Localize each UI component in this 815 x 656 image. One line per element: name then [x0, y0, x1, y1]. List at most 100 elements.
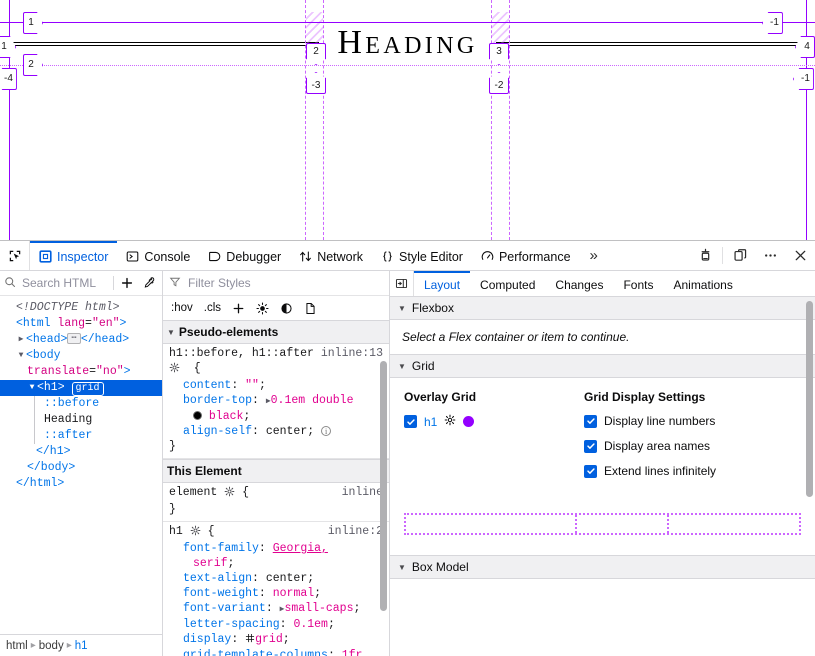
rule-gear-icon[interactable] — [169, 362, 180, 378]
twisty-expanded-icon[interactable]: ▼ — [398, 362, 406, 371]
eyedropper-icon[interactable] — [140, 276, 158, 290]
declaration-text-align[interactable]: text-align: center; — [169, 571, 383, 586]
twisty-expanded-h1-icon[interactable]: ▼ — [27, 380, 37, 396]
tree-node-html[interactable]: <html lang="en"> — [0, 316, 162, 332]
twisty-expanded-icon[interactable]: ▼ — [398, 563, 406, 572]
rule-gear-icon[interactable] — [190, 525, 201, 541]
grid-cell-2[interactable] — [575, 515, 668, 533]
tree-node-head[interactable]: ▶<head>⋯</head> — [0, 332, 162, 348]
rule-selector[interactable]: h1 { — [169, 524, 215, 541]
property-name[interactable]: content — [183, 379, 231, 392]
more-options-icon[interactable] — [755, 241, 785, 270]
info-icon[interactable]: i — [321, 426, 331, 436]
tab-changes[interactable]: Changes — [545, 271, 613, 296]
search-html-container[interactable] — [4, 275, 109, 291]
property-value[interactable]: Georgia, — [273, 542, 328, 555]
tree-node-after[interactable]: ::after — [0, 428, 162, 444]
rule-source[interactable]: inline:2 — [328, 524, 383, 541]
twisty-expanded-body-icon[interactable]: ▼ — [16, 348, 26, 364]
property-value[interactable]: 0.1em — [293, 618, 328, 631]
light-scheme-icon[interactable] — [256, 302, 269, 315]
close-devtools-icon[interactable] — [785, 241, 815, 270]
declaration-align-self[interactable]: align-self: center; i — [169, 424, 383, 439]
grid-cell-1[interactable] — [406, 515, 575, 533]
color-swatch[interactable] — [193, 411, 202, 420]
layout-scroll-area[interactable]: ▼ Flexbox Select a Flex container or ite… — [390, 297, 815, 656]
rule-selector[interactable]: element { — [169, 485, 249, 502]
property-name[interactable]: align-self — [183, 425, 252, 438]
property-name[interactable]: font-weight — [183, 587, 259, 600]
property-value[interactable]: 0.1em double — [271, 394, 354, 407]
property-value[interactable]: small-caps — [284, 602, 353, 615]
expand-pane-icon[interactable] — [390, 271, 414, 296]
extend-lines-infinitely-checkbox[interactable] — [584, 465, 597, 478]
property-value-fallback[interactable]: serif — [193, 557, 228, 570]
class-toggle[interactable]: .cls — [204, 302, 221, 314]
property-name[interactable]: border-top — [183, 394, 252, 407]
overlay-grid-checkbox[interactable] — [404, 415, 417, 428]
tab-console[interactable]: Console — [117, 241, 199, 270]
tab-performance[interactable]: Performance — [472, 241, 580, 270]
declaration-font-family[interactable]: font-family: Georgia, — [169, 541, 383, 556]
tab-animations[interactable]: Animations — [663, 271, 742, 296]
dark-scheme-icon[interactable] — [280, 302, 293, 315]
add-rule-button[interactable] — [232, 302, 245, 315]
declaration-letter-spacing[interactable]: letter-spacing: 0.1em; — [169, 617, 383, 632]
property-name[interactable]: font-variant — [183, 602, 266, 615]
property-value[interactable]: 1fr — [342, 649, 363, 656]
filter-styles-input[interactable] — [186, 275, 383, 291]
grid-outline-preview[interactable] — [404, 513, 801, 535]
flexbox-section-header[interactable]: ▼ Flexbox — [390, 297, 815, 320]
filter-styles-bar[interactable] — [163, 271, 389, 296]
dock-panel-icon[interactable] — [725, 241, 755, 270]
tree-node-body-close[interactable]: </body> — [0, 460, 162, 476]
print-media-icon[interactable] — [304, 302, 317, 315]
property-name[interactable]: letter-spacing — [183, 618, 280, 631]
declaration-font-variant[interactable]: font-variant: ▶small-caps; — [169, 601, 383, 617]
declaration-font-family-fallback[interactable]: serif; — [169, 556, 383, 571]
search-html-input[interactable] — [20, 275, 109, 291]
property-name[interactable]: display — [183, 633, 231, 646]
rules-scroll-area[interactable]: ▼ Pseudo-elements h1::before, h1::after … — [163, 321, 389, 656]
tab-inspector[interactable]: Inspector — [30, 241, 117, 270]
twisty-expanded-icon[interactable]: ▼ — [167, 328, 175, 337]
declaration-display[interactable]: display: grid; — [169, 632, 383, 648]
grid-outline-icon[interactable] — [444, 414, 456, 429]
grid-toggle-icon[interactable] — [245, 633, 255, 648]
property-value[interactable]: grid — [255, 633, 283, 646]
element-picker-icon[interactable] — [0, 241, 30, 270]
property-value-color[interactable]: black — [209, 410, 244, 423]
breadcrumb-h1[interactable]: h1 — [75, 640, 88, 652]
twisty-collapsed-head-icon[interactable]: ▶ — [16, 332, 26, 348]
property-value[interactable]: center — [266, 572, 307, 585]
property-name[interactable]: font-family — [183, 542, 259, 555]
responsive-design-mode-icon[interactable] — [690, 241, 720, 270]
tree-node-doctype[interactable]: <!DOCTYPE html> — [0, 300, 162, 316]
tree-node-h1[interactable]: ▼<h1> grid — [0, 380, 162, 396]
rule-selector[interactable]: h1::before, h1::after — [169, 346, 314, 361]
markup-tree[interactable]: <!DOCTYPE html> <html lang="en"> ▶<head>… — [0, 296, 162, 634]
property-value[interactable]: center — [266, 425, 307, 438]
rule-source[interactable]: inline — [342, 485, 383, 502]
grid-section-header[interactable]: ▼ Grid — [390, 354, 815, 378]
property-name[interactable]: text-align — [183, 572, 252, 585]
display-line-numbers-checkbox[interactable] — [584, 415, 597, 428]
tab-fonts[interactable]: Fonts — [613, 271, 663, 296]
layout-scrollbar[interactable] — [806, 301, 813, 497]
property-value[interactable]: "" — [245, 379, 259, 392]
declaration-font-weight[interactable]: font-weight: normal; — [169, 586, 383, 601]
rule-h1[interactable]: h1 { inline:2 — [163, 522, 389, 656]
expand-ellipsis-button[interactable]: ⋯ — [67, 333, 80, 344]
declaration-content[interactable]: content: ""; — [169, 378, 383, 393]
box-model-section-header[interactable]: ▼ Box Model — [390, 555, 815, 579]
declaration-grid-template-columns[interactable]: grid-template-columns: 1fr — [169, 648, 383, 656]
tree-node-text[interactable]: Heading — [0, 412, 162, 428]
tab-computed[interactable]: Computed — [470, 271, 545, 296]
twisty-expanded-icon[interactable]: ▼ — [398, 304, 406, 313]
rule-gear-icon[interactable] — [224, 486, 235, 502]
breadcrumb-body[interactable]: body — [39, 640, 64, 652]
tree-node-html-close[interactable]: </html> — [0, 476, 162, 492]
rule-source[interactable]: inline:13 — [321, 346, 383, 361]
tree-node-body[interactable]: ▼<body — [0, 348, 162, 364]
tab-style-editor[interactable]: Style Editor — [372, 241, 472, 270]
